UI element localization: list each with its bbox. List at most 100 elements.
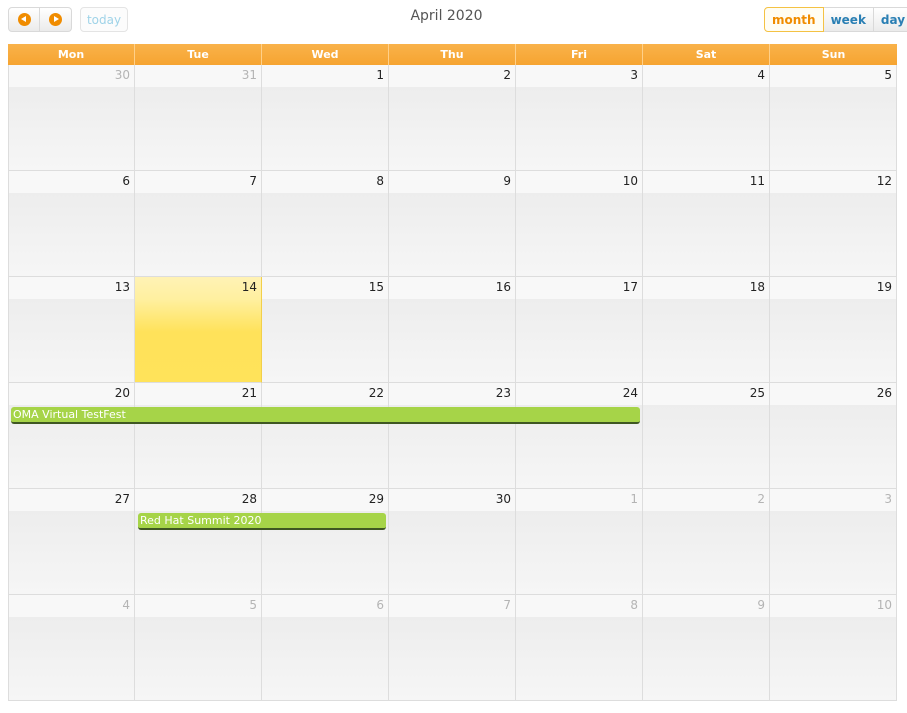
day-number: 22 xyxy=(368,386,384,400)
day-number: 18 xyxy=(749,280,765,294)
day-cell[interactable]: 10 xyxy=(516,171,643,277)
day-number: 13 xyxy=(114,280,130,294)
day-header-wed: Wed xyxy=(262,44,389,65)
week-row: 6 7 8 9 10 11 12 xyxy=(8,171,897,277)
day-cell[interactable]: 29 xyxy=(262,489,389,595)
day-cell[interactable]: 7 xyxy=(389,595,516,701)
day-cell[interactable]: 4 xyxy=(8,595,135,701)
day-cell[interactable]: 1 xyxy=(516,489,643,595)
day-cell[interactable]: 27 xyxy=(8,489,135,595)
day-number: 19 xyxy=(876,280,892,294)
day-number: 27 xyxy=(114,492,130,506)
day-cell[interactable]: 9 xyxy=(643,595,770,701)
day-cell[interactable]: 24 xyxy=(516,383,643,489)
day-header-mon: Mon xyxy=(8,44,135,65)
day-cell[interactable]: 7 xyxy=(135,171,262,277)
day-cell[interactable]: 19 xyxy=(770,277,897,383)
day-cell[interactable]: 2 xyxy=(389,65,516,171)
day-number: 16 xyxy=(495,280,511,294)
day-number: 24 xyxy=(622,386,638,400)
week-row: 13 14 15 16 17 18 19 xyxy=(8,277,897,383)
day-cell[interactable]: 5 xyxy=(135,595,262,701)
day-number: 12 xyxy=(876,174,892,188)
day-number: 23 xyxy=(495,386,511,400)
day-cell[interactable]: 12 xyxy=(770,171,897,277)
day-number: 26 xyxy=(876,386,892,400)
month-view-button[interactable]: month xyxy=(764,7,824,32)
day-cell[interactable]: 31 xyxy=(135,65,262,171)
day-number: 17 xyxy=(622,280,638,294)
day-cell[interactable]: 16 xyxy=(389,277,516,383)
day-number: 30 xyxy=(114,68,130,82)
day-number: 6 xyxy=(376,598,384,612)
day-cell[interactable]: 23 xyxy=(389,383,516,489)
day-number: 31 xyxy=(241,68,257,82)
day-cell[interactable]: 4 xyxy=(643,65,770,171)
day-number: 20 xyxy=(114,386,130,400)
day-cell[interactable]: 2 xyxy=(643,489,770,595)
day-cell[interactable]: 5 xyxy=(770,65,897,171)
day-cell[interactable]: 9 xyxy=(389,171,516,277)
day-number: 8 xyxy=(630,598,638,612)
day-number: 14 xyxy=(241,280,257,294)
day-number: 30 xyxy=(495,492,511,506)
day-number: 21 xyxy=(241,386,257,400)
day-view-button[interactable]: day xyxy=(873,7,907,32)
view-switcher: month week day xyxy=(764,7,907,32)
day-cell[interactable]: 28 xyxy=(135,489,262,595)
day-cell[interactable]: 18 xyxy=(643,277,770,383)
day-number: 4 xyxy=(122,598,130,612)
day-cell[interactable]: 11 xyxy=(643,171,770,277)
day-number: 8 xyxy=(376,174,384,188)
calendar-toolbar: today April 2020 month week day xyxy=(0,0,907,44)
day-cell[interactable]: 20 xyxy=(8,383,135,489)
day-cell[interactable]: 30 xyxy=(389,489,516,595)
day-cell[interactable]: 25 xyxy=(643,383,770,489)
day-number: 11 xyxy=(749,174,765,188)
day-number: 2 xyxy=(757,492,765,506)
day-cell[interactable]: 13 xyxy=(8,277,135,383)
day-header-fri: Fri xyxy=(516,44,643,65)
day-number: 15 xyxy=(368,280,384,294)
day-header-sun: Sun xyxy=(821,48,846,61)
day-number: 9 xyxy=(757,598,765,612)
week-row: 30 31 1 2 3 4 5 xyxy=(8,65,897,171)
day-cell[interactable]: 1 xyxy=(262,65,389,171)
day-cell[interactable]: 26 xyxy=(770,383,897,489)
day-cell[interactable]: 3 xyxy=(770,489,897,595)
day-number: 3 xyxy=(630,68,638,82)
calendar-event[interactable]: OMA Virtual TestFest xyxy=(11,407,640,424)
day-number: 1 xyxy=(630,492,638,506)
day-cell[interactable]: 10 xyxy=(770,595,897,701)
week-view-button[interactable]: week xyxy=(823,7,874,32)
day-cell[interactable]: 8 xyxy=(262,171,389,277)
day-header-row: Mon Tue Wed Thu Fri Sat Sun xyxy=(8,44,897,65)
calendar-event[interactable]: Red Hat Summit 2020 xyxy=(138,513,386,530)
day-cell[interactable]: 3 xyxy=(516,65,643,171)
day-cell[interactable]: 8 xyxy=(516,595,643,701)
day-number: 7 xyxy=(249,174,257,188)
day-header-thu: Thu xyxy=(389,44,516,65)
day-cell[interactable]: 21 xyxy=(135,383,262,489)
day-cell[interactable]: 6 xyxy=(262,595,389,701)
day-number: 5 xyxy=(884,68,892,82)
day-cell[interactable]: 22 xyxy=(262,383,389,489)
day-number: 6 xyxy=(122,174,130,188)
day-number: 28 xyxy=(241,492,257,506)
day-number: 25 xyxy=(749,386,765,400)
day-cell[interactable]: 14 xyxy=(135,277,262,383)
week-row: 4 5 6 7 8 9 10 xyxy=(8,595,897,701)
calendar-title: April 2020 xyxy=(410,8,483,24)
day-number: 10 xyxy=(622,174,638,188)
day-cell[interactable]: 15 xyxy=(262,277,389,383)
day-cell[interactable]: 17 xyxy=(516,277,643,383)
day-number: 4 xyxy=(757,68,765,82)
day-cell[interactable]: 30 xyxy=(8,65,135,171)
day-cell[interactable]: 6 xyxy=(8,171,135,277)
day-number: 7 xyxy=(503,598,511,612)
day-number: 1 xyxy=(376,68,384,82)
day-header-tue: Tue xyxy=(135,44,262,65)
day-number: 29 xyxy=(368,492,384,506)
month-grid: 30 31 1 2 3 4 5 6 7 8 9 10 11 12 13 14 15 16 17 18 19 20 21 22 2… xyxy=(8,65,897,713)
day-number: 5 xyxy=(249,598,257,612)
